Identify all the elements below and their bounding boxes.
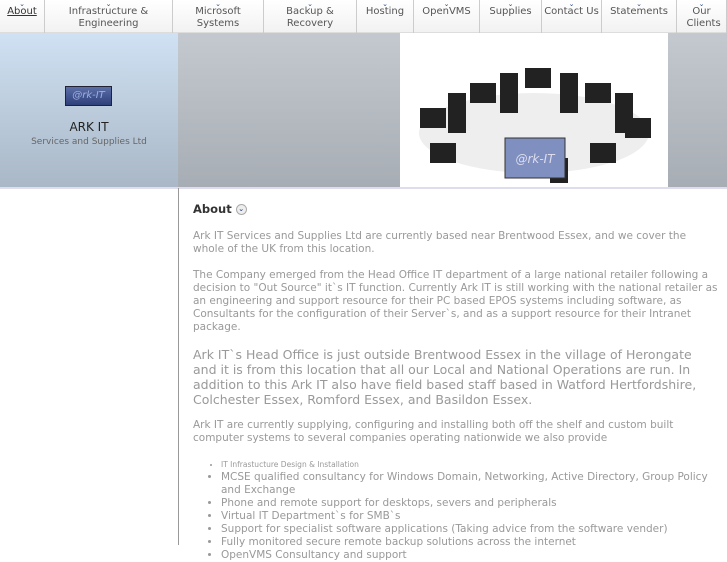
header-divider	[0, 187, 727, 189]
service-item: Virtual IT Department`s for SMB`s	[221, 510, 718, 523]
service-item: IT Infrastucture Design & Installation	[221, 458, 718, 471]
sidebar-divider	[178, 188, 179, 545]
paragraph-offices: Ark IT`s Head Office is just outside Bre…	[193, 347, 697, 407]
paragraph-intro: Ark IT Services and Supplies Ltd are cur…	[193, 230, 687, 255]
header-image-computers: @rk-IT	[400, 33, 668, 188]
chevron-down-icon: ⌄	[698, 0, 705, 8]
computers-illustration: @rk-IT	[419, 68, 651, 183]
chevron-down-icon: ⌄	[507, 0, 514, 8]
paragraph-services: Ark IT are currently supplying, configur…	[193, 419, 674, 444]
service-item: Support for specialist software applicat…	[221, 523, 718, 536]
chevron-down-icon: ⌄	[443, 0, 450, 8]
chevron-down-icon: ⌄	[568, 0, 575, 8]
chevron-down-icon: ⌄	[19, 0, 25, 8]
chevron-down-icon: ⌄	[215, 0, 221, 8]
paragraph-history: The Company emerged from the Head Office…	[193, 269, 718, 333]
svg-text:@rk-IT: @rk-IT	[515, 152, 556, 166]
service-item: Phone and remote support for desktops, s…	[221, 497, 718, 510]
chevron-down-icon: ⌄	[382, 0, 388, 8]
content: About ⌄ Ark IT Services and Supplies Ltd …	[193, 203, 718, 562]
chevron-down-icon[interactable]: ⌄	[235, 204, 247, 215]
service-item: Fully monitored secure remote backup sol…	[221, 536, 718, 549]
top-nav: ⌄ About ⌄ Infrastructure & Engineering ⌄ Micr…	[0, 0, 727, 33]
logo[interactable]: @rk-IT	[65, 86, 112, 106]
brand-panel: @rk-IT ARK IT Services and Supplies Ltd	[0, 33, 178, 188]
nav-item-supplies[interactable]: ⌄ Supplies	[480, 0, 542, 33]
page-title-text: About	[193, 202, 232, 216]
chevron-down-icon: ⌄	[307, 0, 313, 8]
service-item: MCSE qualified consultancy for Windows D…	[221, 471, 718, 497]
header-band	[178, 33, 400, 188]
nav-item-openvms[interactable]: ⌄ OpenVMS	[414, 0, 480, 33]
brand-name: ARK IT	[69, 120, 109, 134]
nav-item-contact-us[interactable]: ⌄ Contact Us	[542, 0, 602, 33]
nav-item-hosting[interactable]: ⌄ Hosting	[357, 0, 414, 33]
page-title: About ⌄	[193, 203, 718, 216]
header-band-right	[668, 33, 727, 188]
chevron-down-icon: ⌄	[636, 0, 642, 8]
chevron-down-icon: ⌄	[105, 0, 112, 8]
service-item: OpenVMS Consultancy and support	[221, 549, 718, 562]
services-list: IT Infrastucture Design & InstallationMC…	[221, 458, 718, 562]
nav-item-statements[interactable]: ⌄ Statements	[602, 0, 677, 33]
nav-item-infrastructure-engineering[interactable]: ⌄ Infrastructure & Engineering	[45, 0, 173, 33]
nav-item-backup-recovery[interactable]: ⌄ Backup & Recovery	[264, 0, 357, 33]
brand-tagline: Services and Supplies Ltd	[31, 137, 147, 147]
nav-item-microsoft-systems[interactable]: ⌄ Microsoft Systems	[173, 0, 264, 33]
nav-item-about[interactable]: ⌄ About	[0, 0, 45, 33]
nav-item-our-clients[interactable]: ⌄ Our Clients	[677, 0, 727, 33]
